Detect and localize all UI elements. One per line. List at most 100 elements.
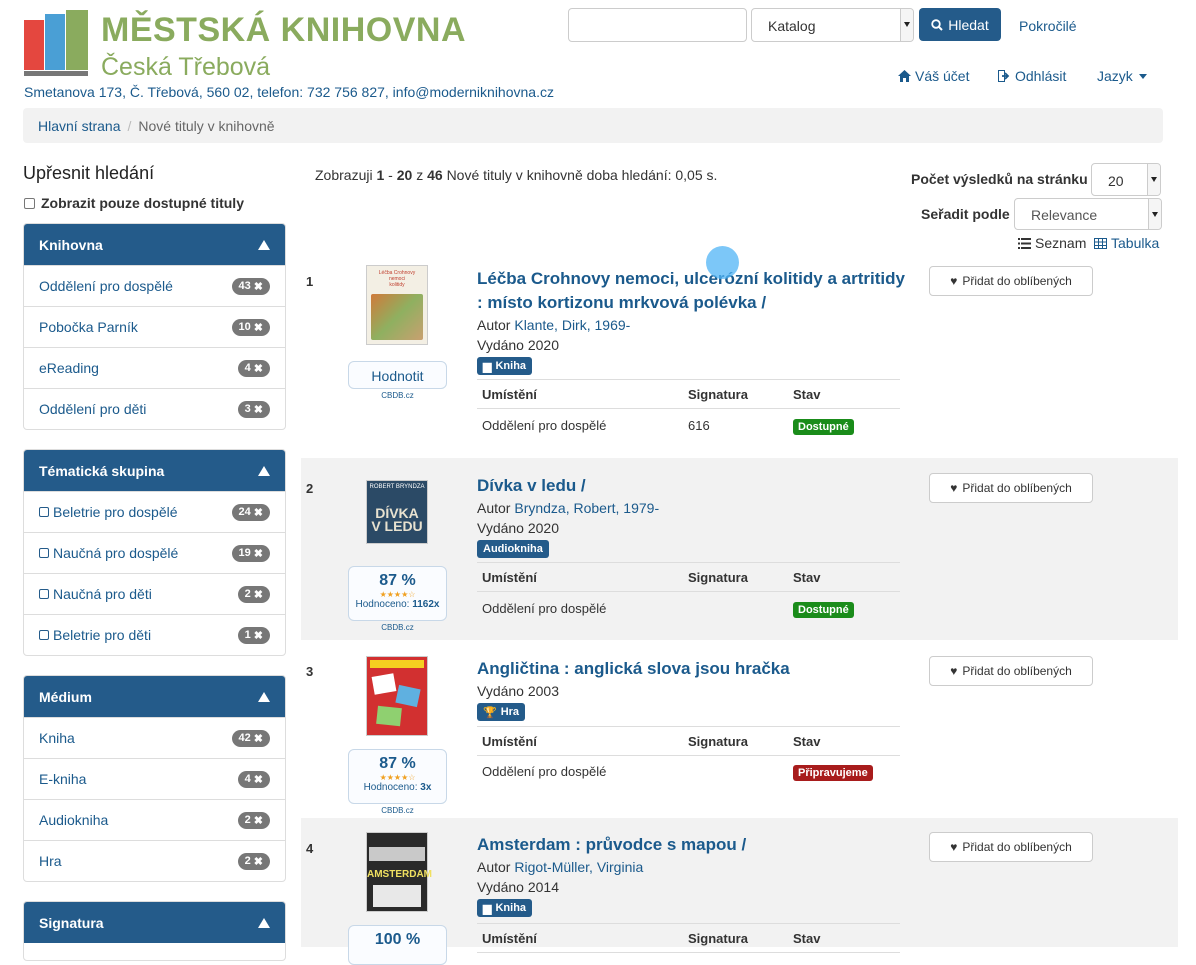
facet-item-audiobook[interactable]: Audiokniha 2 ✖ bbox=[24, 799, 285, 840]
search-button[interactable]: Hledat bbox=[919, 8, 1001, 41]
facet-item-children-fiction[interactable]: Beletrie pro děti 1 ✖ bbox=[24, 614, 285, 655]
result-title-line: : místo kortizonu mrkvová polévka / bbox=[477, 293, 767, 312]
facet-count-badge[interactable]: 2 ✖ bbox=[237, 811, 270, 829]
cbdb-link[interactable]: CBDB.cz bbox=[348, 623, 447, 632]
results-summary: Zobrazuji 1 - 20 z 46 Nové tituly v knih… bbox=[315, 167, 717, 183]
available-only-checkbox[interactable] bbox=[24, 197, 35, 209]
facet-checkbox[interactable] bbox=[39, 507, 49, 517]
facet-item-children-nonfiction[interactable]: Naučná pro děti 2 ✖ bbox=[24, 573, 285, 614]
format-badge: ▆ Kniha bbox=[477, 899, 533, 917]
result-title-link[interactable]: Amsterdam : průvodce s mapou / bbox=[477, 833, 907, 857]
facet-item-parnik-branch[interactable]: Pobočka Parník 10 ✖ bbox=[24, 306, 285, 347]
result-author: Autor Rigot-Müller, Virginia bbox=[477, 859, 643, 875]
author-link[interactable]: Rigot-Müller, Virginia bbox=[514, 859, 643, 875]
facet-header-topic-group[interactable]: Tématická skupina bbox=[24, 450, 285, 491]
facet-item-game[interactable]: Hra 2 ✖ bbox=[24, 840, 285, 881]
advanced-search-link[interactable]: Pokročilé bbox=[1019, 18, 1077, 34]
author-label: Autor bbox=[477, 500, 511, 516]
facet-count-badge[interactable]: 4 ✖ bbox=[237, 359, 270, 377]
holdings-table: Umístění Signatura Stav Oddělení pro dospě… bbox=[477, 379, 900, 441]
logo-title[interactable]: MĚSTSKÁ KNIHOVNA bbox=[101, 10, 466, 50]
view-table-option[interactable]: Tabulka bbox=[1094, 235, 1159, 251]
summary-suffix: Nové tituly v knihovně doba hledání: 0,0… bbox=[446, 167, 718, 183]
facet-medium: Médium Kniha 42 ✖ E-kniha 4 ✖ Audiokniha 2 ✖ H… bbox=[23, 675, 286, 882]
facet-count-badge[interactable]: 42 ✖ bbox=[231, 729, 270, 747]
library-logo[interactable] bbox=[24, 10, 92, 76]
facet-checkbox[interactable] bbox=[39, 589, 49, 599]
account-link[interactable]: Váš účet bbox=[898, 68, 969, 84]
rating-widget[interactable]: 87 % ★★★★☆ Hodnoceno: 1162x bbox=[348, 566, 447, 621]
available-only-filter[interactable]: Zobrazit pouze dostupné tituly bbox=[24, 195, 244, 211]
rating-widget[interactable]: 100 % bbox=[348, 925, 447, 965]
cbdb-link[interactable]: CBDB.cz bbox=[348, 806, 447, 815]
view-list-option[interactable]: Seznam bbox=[1018, 235, 1086, 251]
game-cover[interactable] bbox=[366, 656, 428, 736]
result-item: 2 ROBERT BRYNDZA DÍVKA V LEDU 87 % ★★★★☆ … bbox=[301, 458, 1178, 640]
book-cover[interactable]: AMSTERDAM bbox=[366, 832, 432, 912]
logout-link[interactable]: Odhlásit bbox=[998, 68, 1066, 84]
facet-count-badge[interactable]: 4 ✖ bbox=[237, 770, 270, 788]
facet-checkbox[interactable] bbox=[39, 630, 49, 640]
facet-item-label: Beletrie pro dospělé bbox=[53, 504, 178, 520]
author-link[interactable]: Bryndza, Robert, 1979- bbox=[514, 500, 659, 516]
facet-item-label: Naučná pro děti bbox=[53, 586, 152, 602]
result-title-link[interactable]: Angličtina : anglická slova jsou hračka bbox=[477, 657, 917, 681]
facet-item-label: Kniha bbox=[39, 730, 75, 746]
collapse-icon bbox=[258, 465, 270, 476]
facet-checkbox[interactable] bbox=[39, 548, 49, 558]
author-label: Autor bbox=[477, 317, 511, 333]
author-link[interactable]: Klante, Dirk, 1969- bbox=[514, 317, 630, 333]
format-label: Kniha bbox=[495, 902, 527, 914]
language-menu-label: Jazyk bbox=[1097, 68, 1133, 84]
search-icon bbox=[931, 18, 943, 31]
facet-title: Tématická skupina bbox=[39, 462, 165, 479]
rate-button[interactable]: Hodnotit bbox=[348, 361, 447, 389]
facet-count-badge[interactable]: 19 ✖ bbox=[231, 544, 270, 562]
facet-item-book[interactable]: Kniha 42 ✖ bbox=[24, 717, 285, 758]
per-page-select[interactable]: 20 bbox=[1091, 163, 1161, 196]
add-to-favorites-button[interactable]: ♥ Přidat do oblíbených bbox=[929, 473, 1093, 503]
result-title-link[interactable]: Léčba Crohnovy nemoci, ulcerózní kolitid… bbox=[477, 267, 907, 315]
add-to-favorites-button[interactable]: ♥ Přidat do oblíbených bbox=[929, 266, 1093, 296]
result-author: Autor Bryndza, Robert, 1979- bbox=[477, 500, 659, 516]
add-to-favorites-button[interactable]: ♥ Přidat do oblíbených bbox=[929, 832, 1093, 862]
logout-link-label: Odhlásit bbox=[1015, 68, 1067, 84]
remove-icon: ✖ bbox=[253, 773, 263, 786]
facet-header-callnumber[interactable]: Signatura bbox=[24, 902, 285, 943]
format-badge: 🏆 Hra bbox=[477, 703, 526, 721]
rating-widget[interactable]: 87 % ★★★★☆ Hodnoceno: 3x bbox=[348, 749, 447, 804]
facet-title: Signatura bbox=[39, 914, 104, 931]
facet-item-adult-nonfiction[interactable]: Naučná pro dospělé 19 ✖ bbox=[24, 532, 285, 573]
facet-count: 42 bbox=[238, 732, 251, 744]
search-input[interactable] bbox=[568, 8, 747, 42]
facet-count-badge[interactable]: 2 ✖ bbox=[237, 852, 270, 870]
facet-header-medium[interactable]: Médium bbox=[24, 676, 285, 717]
facet-count-badge[interactable]: 2 ✖ bbox=[237, 585, 270, 603]
search-type-select[interactable]: Katalog bbox=[751, 8, 914, 42]
facet-count-badge[interactable]: 10 ✖ bbox=[231, 318, 270, 336]
facet-item-adult-dept[interactable]: Oddělení pro dospělé 43 ✖ bbox=[24, 265, 285, 306]
breadcrumb-home-link[interactable]: Hlavní strana bbox=[38, 118, 120, 134]
result-item: 3 87 % ★★★★☆ Hodnoceno: 3x CBDB.cz Angli… bbox=[301, 648, 1178, 816]
facet-item-adult-fiction[interactable]: Beletrie pro dospělé 24 ✖ bbox=[24, 491, 285, 532]
add-to-favorites-button[interactable]: ♥ Přidat do oblíbených bbox=[929, 656, 1093, 686]
dropdown-arrow-icon bbox=[1148, 199, 1161, 229]
facet-count-badge[interactable]: 1 ✖ bbox=[237, 626, 270, 644]
facet-count-badge[interactable]: 24 ✖ bbox=[231, 503, 270, 521]
facet-header-library[interactable]: Knihovna bbox=[24, 224, 285, 265]
facet-count-badge[interactable]: 3 ✖ bbox=[237, 400, 270, 418]
facet-item-ereading[interactable]: eReading 4 ✖ bbox=[24, 347, 285, 388]
sort-select[interactable]: Relevance bbox=[1014, 198, 1162, 230]
result-title-link[interactable]: Dívka v ledu / bbox=[477, 474, 907, 498]
language-menu[interactable]: Jazyk bbox=[1097, 68, 1147, 84]
cbdb-link[interactable]: CBDB.cz bbox=[348, 391, 447, 400]
format-label: Kniha bbox=[495, 360, 527, 372]
facet-count-badge[interactable]: 43 ✖ bbox=[231, 277, 270, 295]
author-label: Autor bbox=[477, 859, 511, 875]
book-cover[interactable]: Léčba Crohnovy nemoci kolitidy bbox=[366, 265, 428, 345]
facet-item-label: Audiokniha bbox=[39, 812, 109, 828]
facet-item-ebook[interactable]: E-kniha 4 ✖ bbox=[24, 758, 285, 799]
dropdown-arrow-icon bbox=[900, 9, 913, 41]
facet-item-children-dept[interactable]: Oddělení pro děti 3 ✖ bbox=[24, 388, 285, 429]
book-cover[interactable]: ROBERT BRYNDZA DÍVKA V LEDU bbox=[366, 480, 428, 544]
